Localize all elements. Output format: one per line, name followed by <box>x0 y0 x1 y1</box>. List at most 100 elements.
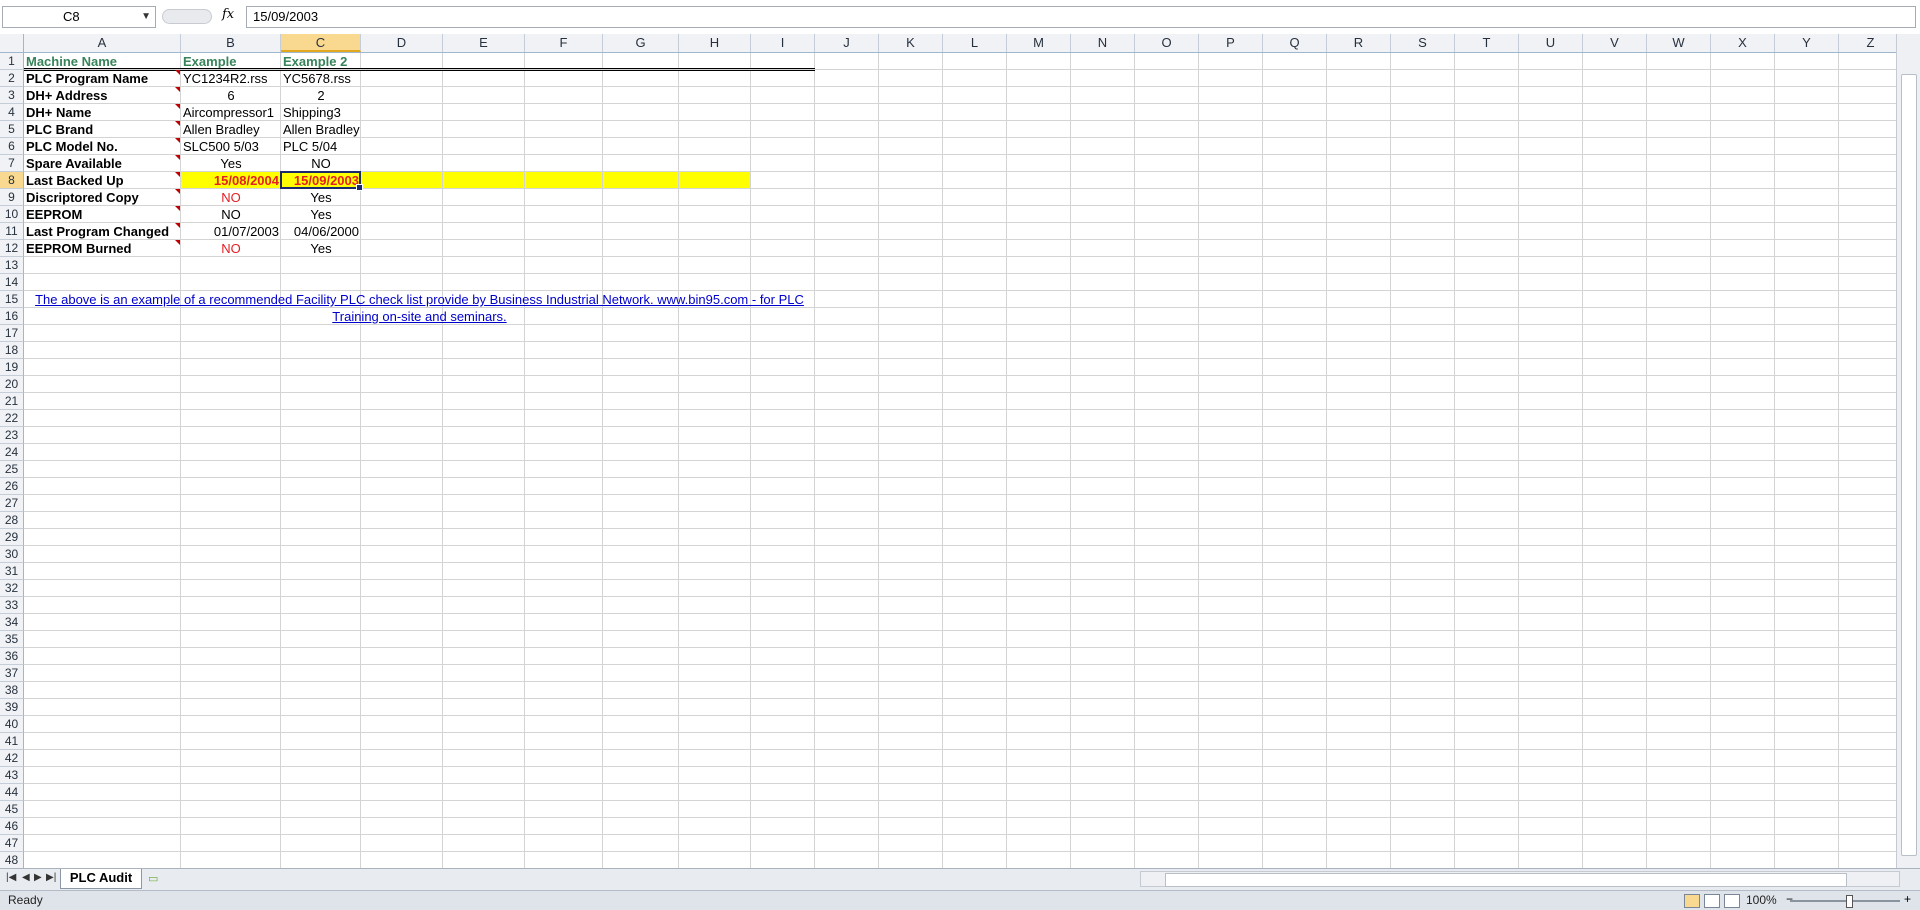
row-header-23[interactable]: 23 <box>0 427 24 444</box>
column-header-w[interactable]: W <box>1647 34 1711 52</box>
row-header-35[interactable]: 35 <box>0 631 24 648</box>
row-header-20[interactable]: 20 <box>0 376 24 393</box>
cell-C10[interactable]: Yes <box>281 206 361 223</box>
comment-indicator[interactable] <box>175 155 180 160</box>
column-header-m[interactable]: M <box>1007 34 1071 52</box>
row-header-21[interactable]: 21 <box>0 393 24 410</box>
zoom-level[interactable]: 100% <box>1746 893 1777 907</box>
row-header-12[interactable]: 12 <box>0 240 24 257</box>
row-header-39[interactable]: 39 <box>0 699 24 716</box>
cell-A4[interactable]: DH+ Name <box>24 104 181 121</box>
vertical-scrollbar[interactable] <box>1896 34 1920 868</box>
row-header-19[interactable]: 19 <box>0 359 24 376</box>
column-header-q[interactable]: Q <box>1263 34 1327 52</box>
first-sheet-icon[interactable]: |◀ <box>6 872 16 883</box>
page-break-view-icon[interactable] <box>1724 893 1740 908</box>
cell-B5[interactable]: Allen Bradley <box>181 121 281 138</box>
comment-indicator[interactable] <box>175 223 180 228</box>
cell-B2[interactable]: YC1234R2.rss <box>181 70 281 87</box>
cell-B6[interactable]: SLC500 5/03 <box>181 138 281 155</box>
column-header-u[interactable]: U <box>1519 34 1583 52</box>
comment-indicator[interactable] <box>175 189 180 194</box>
cell-C9[interactable]: Yes <box>281 189 361 206</box>
comment-indicator[interactable] <box>175 172 180 177</box>
cell-B3[interactable]: 6 <box>181 87 281 104</box>
row-header-10[interactable]: 10 <box>0 206 24 223</box>
zoom-slider-knob[interactable] <box>1846 895 1853 908</box>
column-header-g[interactable]: G <box>603 34 679 52</box>
column-header-k[interactable]: K <box>879 34 943 52</box>
row-header-34[interactable]: 34 <box>0 614 24 631</box>
row-header-30[interactable]: 30 <box>0 546 24 563</box>
row-header-46[interactable]: 46 <box>0 818 24 835</box>
cell-B10[interactable]: NO <box>181 206 281 223</box>
select-all-button[interactable] <box>0 34 24 52</box>
row-header-5[interactable]: 5 <box>0 121 24 138</box>
row-header-4[interactable]: 4 <box>0 104 24 121</box>
column-header-x[interactable]: X <box>1711 34 1775 52</box>
cell-A11[interactable]: Last Program Changed <box>24 223 181 240</box>
page-layout-view-icon[interactable] <box>1704 893 1720 908</box>
row-header-33[interactable]: 33 <box>0 597 24 614</box>
row-header-45[interactable]: 45 <box>0 801 24 818</box>
cell-A3[interactable]: DH+ Address <box>24 87 181 104</box>
row-header-14[interactable]: 14 <box>0 274 24 291</box>
row-header-9[interactable]: 9 <box>0 189 24 206</box>
horizontal-scroll-thumb[interactable] <box>1165 873 1847 887</box>
zoom-slider[interactable] <box>1790 900 1900 902</box>
column-header-v[interactable]: V <box>1583 34 1647 52</box>
cell-A12[interactable]: EEPROM Burned <box>24 240 181 257</box>
cell-C11[interactable]: 04/06/2000 <box>281 223 361 240</box>
sheet-tab-plc-audit[interactable]: PLC Audit <box>60 869 142 889</box>
column-header-h[interactable]: H <box>679 34 751 52</box>
cell-B11[interactable]: 01/07/2003 <box>181 223 281 240</box>
row-header-18[interactable]: 18 <box>0 342 24 359</box>
row-header-28[interactable]: 28 <box>0 512 24 529</box>
row-header-7[interactable]: 7 <box>0 155 24 172</box>
row-header-32[interactable]: 32 <box>0 580 24 597</box>
cell-A5[interactable]: PLC Brand <box>24 121 181 138</box>
comment-indicator[interactable] <box>175 121 180 126</box>
column-header-i[interactable]: I <box>751 34 815 52</box>
row-header-44[interactable]: 44 <box>0 784 24 801</box>
comment-indicator[interactable] <box>175 138 180 143</box>
column-header-o[interactable]: O <box>1135 34 1199 52</box>
cell-C6[interactable]: PLC 5/04 <box>281 138 361 155</box>
column-header-s[interactable]: S <box>1391 34 1455 52</box>
column-header-j[interactable]: J <box>815 34 879 52</box>
row-header-43[interactable]: 43 <box>0 767 24 784</box>
cell-A10[interactable]: EEPROM <box>24 206 181 223</box>
cell-B9[interactable]: NO <box>181 189 281 206</box>
column-header-a[interactable]: A <box>24 34 181 52</box>
column-header-r[interactable]: R <box>1327 34 1391 52</box>
comment-indicator[interactable] <box>175 206 180 211</box>
cell-B8[interactable]: 15/08/2004 <box>181 172 281 189</box>
vertical-scroll-thumb[interactable] <box>1901 74 1917 856</box>
row-header-29[interactable]: 29 <box>0 529 24 546</box>
cell-B7[interactable]: Yes <box>181 155 281 172</box>
row-header-17[interactable]: 17 <box>0 325 24 342</box>
column-header-z[interactable]: Z <box>1839 34 1896 52</box>
row-header-13[interactable]: 13 <box>0 257 24 274</box>
column-header-y[interactable]: Y <box>1775 34 1839 52</box>
horizontal-scrollbar[interactable] <box>1140 871 1900 887</box>
column-header-l[interactable]: L <box>943 34 1007 52</box>
formula-input[interactable]: 15/09/2003 <box>246 6 1916 28</box>
row-header-31[interactable]: 31 <box>0 563 24 580</box>
cell-A8[interactable]: Last Backed Up <box>24 172 181 189</box>
cell-C2[interactable]: YC5678.rss <box>281 70 361 87</box>
row-header-16[interactable]: 16 <box>0 308 24 325</box>
name-box[interactable]: C8 ▼ <box>2 6 156 28</box>
insert-sheet-icon[interactable]: ▭ <box>148 872 166 886</box>
row-header-6[interactable]: 6 <box>0 138 24 155</box>
row-header-24[interactable]: 24 <box>0 444 24 461</box>
row-header-36[interactable]: 36 <box>0 648 24 665</box>
cell-C12[interactable]: Yes <box>281 240 361 257</box>
cell-A7[interactable]: Spare Available <box>24 155 181 172</box>
cell-B12[interactable]: NO <box>181 240 281 257</box>
cell-A9[interactable]: Discriptored Copy <box>24 189 181 206</box>
row-header-26[interactable]: 26 <box>0 478 24 495</box>
chevron-down-icon[interactable]: ▼ <box>141 7 151 27</box>
formula-edit-buttons[interactable] <box>162 9 212 24</box>
column-header-t[interactable]: T <box>1455 34 1519 52</box>
